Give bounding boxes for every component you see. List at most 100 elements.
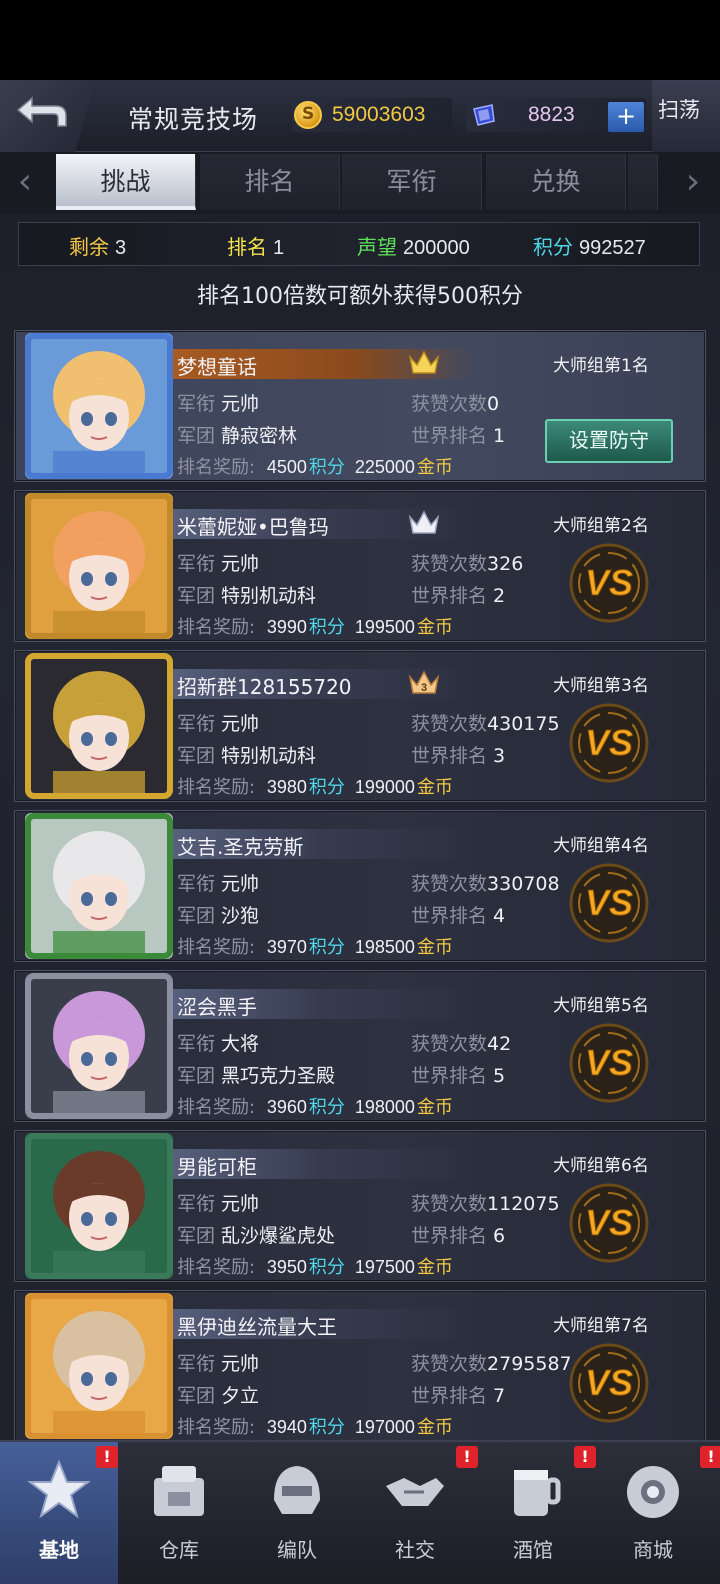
player-avatar[interactable]	[25, 1133, 173, 1279]
nav-item-warehouse[interactable]: 仓库	[120, 1442, 238, 1584]
likes-count: 获赞次数0	[411, 393, 500, 415]
svg-text:VS: VS	[585, 882, 633, 923]
set-defense-button[interactable]: 设置防守	[545, 419, 673, 463]
page-title: 常规竞技场	[128, 105, 259, 134]
nav-label: 商城	[633, 1538, 673, 1562]
rank-reward: 排名奖励: 3990 积分 199500 金币	[177, 617, 453, 638]
player-avatar[interactable]	[25, 493, 173, 639]
chevron-right-icon[interactable]: ›	[676, 162, 710, 206]
likes-count: 获赞次数330708	[411, 873, 560, 895]
handshake-icon	[386, 1478, 444, 1506]
tab-overflow	[628, 154, 658, 210]
player-card-self: 梦想童话 大师组第1名 军衔 元帅 军团 静寂密林 获赞次数0 世界排名 1 排名奖励…	[14, 330, 706, 482]
nav-label: 仓库	[159, 1538, 199, 1562]
corps: 军团 乱沙爆鲨虎处	[177, 1225, 336, 1247]
world-rank: 世界排名 5	[411, 1065, 506, 1087]
stat-points: 积分 992527	[533, 235, 646, 259]
rank-reward: 排名奖励: 3970 积分 198500 金币	[177, 937, 453, 958]
tab-challenge[interactable]: 挑战	[56, 154, 196, 210]
player-avatar[interactable]	[25, 813, 173, 959]
stat-rank: 排名 1	[227, 235, 285, 259]
military-rank: 军衔 元帅	[177, 713, 260, 735]
corps: 军团 静寂密林	[177, 425, 298, 447]
player-avatar[interactable]	[25, 973, 173, 1119]
nav-item-tavern-mug[interactable]: 酒馆 !	[474, 1442, 596, 1584]
vs-icon: VS	[569, 863, 649, 943]
likes-count: 获赞次数112075	[411, 1193, 560, 1215]
player-name: 男能可柜	[177, 1155, 257, 1179]
tab-military-rank[interactable]: 军衔	[342, 154, 482, 210]
player-name: 黑伊迪丝流量大王	[177, 1315, 337, 1339]
vs-icon: VS	[569, 1343, 649, 1423]
sweep-button[interactable]: 扫荡	[652, 80, 720, 152]
nav-item-handshake[interactable]: 社交 !	[356, 1442, 478, 1584]
avatar-anime-girl-christmas	[25, 813, 173, 959]
group-rank: 大师组第6名	[553, 1156, 649, 1176]
military-rank: 军衔 元帅	[177, 1353, 260, 1375]
header-bar: 常规竞技场 59003603 8823 + 扫荡	[0, 80, 720, 152]
group-rank: 大师组第5名	[553, 996, 649, 1016]
alert-badge-icon: !	[96, 1446, 118, 1468]
alert-badge-icon: !	[574, 1446, 596, 1468]
player-name: 米蕾妮娅•巴鲁玛	[177, 515, 329, 539]
avatar-mecha-gold	[25, 653, 173, 799]
nav-item-base-star[interactable]: 基地 !	[0, 1442, 118, 1584]
player-name: 招新群128155720	[177, 675, 352, 699]
crown-icon: 3	[408, 670, 440, 694]
military-rank: 军衔 元帅	[177, 553, 260, 575]
player-name: 艾吉.圣克劳斯	[177, 835, 304, 859]
likes-count: 获赞次数2795587	[411, 1353, 572, 1375]
svg-text:VS: VS	[585, 1042, 633, 1083]
avatar-anime-girl-brown	[25, 1293, 173, 1439]
military-rank: 军衔 元帅	[177, 393, 260, 415]
svg-text:VS: VS	[585, 1362, 633, 1403]
nav-item-formation-helmet[interactable]: 编队	[238, 1442, 356, 1584]
tavern-mug-icon	[514, 1470, 561, 1516]
likes-count: 获赞次数326	[411, 553, 524, 575]
crown-icon	[408, 350, 440, 374]
player-avatar[interactable]	[25, 333, 173, 479]
player-avatar[interactable]	[25, 653, 173, 799]
gem-value: 8823	[528, 103, 575, 126]
alert-badge-icon: !	[700, 1446, 720, 1468]
player-name: 梦想童话	[177, 355, 257, 379]
nav-item-shop-capsule[interactable]: 商城 !	[594, 1442, 720, 1584]
vs-icon: VS	[569, 543, 649, 623]
arena-screen: 常规竞技场 59003603 8823 + 扫荡 ‹ 挑战 排名 军衔 兑换 ›…	[0, 0, 720, 1584]
back-button[interactable]	[0, 80, 96, 152]
player-card: 艾吉.圣克劳斯 大师组第4名 军衔 元帅 军团 沙狍 获赞次数330708 世界排名…	[14, 810, 706, 962]
svg-text:VS: VS	[585, 562, 633, 603]
player-avatar[interactable]	[25, 1293, 173, 1439]
world-rank: 世界排名 4	[411, 905, 506, 927]
player-card: 涩会黑手 大师组第5名 军衔 大将 军团 黑巧克力圣殿 获赞次数42 世界排名 5 排…	[14, 970, 706, 1122]
chevron-left-icon[interactable]: ‹	[8, 162, 42, 206]
tab-ranking[interactable]: 排名	[200, 154, 340, 210]
corps: 军团 黑巧克力圣殿	[177, 1065, 336, 1087]
shop-capsule-icon	[627, 1466, 679, 1518]
bottom-nav: 基地 ! 仓库 编队 社交 ! 酒馆 ! 商城 !	[0, 1440, 720, 1584]
coin-counter: 59003603	[292, 98, 452, 132]
corps: 军团 特别机动科	[177, 585, 317, 607]
group-rank: 大师组第2名	[553, 516, 649, 536]
nav-label: 社交	[395, 1538, 435, 1562]
corps: 军团 特别机动科	[177, 745, 317, 767]
nav-label: 基地	[39, 1538, 79, 1562]
crown-icon	[408, 510, 440, 534]
rank-reward: 排名奖励: 3960 积分 198000 金币	[177, 1097, 453, 1118]
player-card: 黑伊迪丝流量大王 大师组第7名 军衔 元帅 军团 夕立 获赞次数2795587 世界…	[14, 1290, 706, 1442]
world-rank: 世界排名 2	[411, 585, 506, 607]
crown-number: 3	[421, 682, 427, 694]
vs-icon: VS	[569, 1023, 649, 1103]
back-arrow-icon	[16, 96, 67, 127]
stats-bar: 剩余 3 排名 1 声望 200000 积分 992527	[18, 222, 700, 266]
add-gems-button[interactable]: +	[608, 102, 644, 132]
group-rank: 大师组第1名	[553, 356, 649, 376]
nav-label: 酒馆	[513, 1538, 553, 1562]
coin-value: 59003603	[332, 103, 426, 126]
world-rank: 世界排名 6	[411, 1225, 506, 1247]
rank-reward: 排名奖励: 3950 积分 197500 金币	[177, 1257, 453, 1278]
military-rank: 军衔 元帅	[177, 873, 260, 895]
tab-exchange[interactable]: 兑换	[486, 154, 626, 210]
vs-icon: VS	[569, 1183, 649, 1263]
vs-icon: VS	[569, 703, 649, 783]
